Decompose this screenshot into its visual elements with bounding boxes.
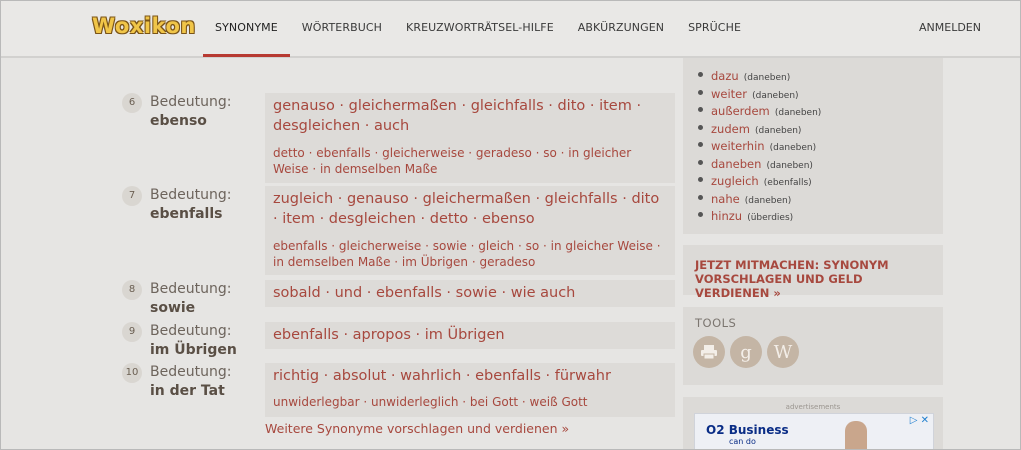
- related-word-tag: (ebenfalls): [763, 178, 812, 188]
- meaning-number: 9: [122, 322, 142, 342]
- page: Woxikon SYNONYME WÖRTERBUCH KREUZWORTRÄT…: [0, 0, 1021, 450]
- related-word-item: außerdem (daneben): [697, 101, 943, 119]
- related-word-item: dazu (daneben): [697, 66, 943, 84]
- nav-synonyme[interactable]: SYNONYME: [203, 1, 290, 57]
- ad-brand: O2 Business: [706, 423, 789, 437]
- meaning-word: im Übrigen: [150, 342, 237, 358]
- primary-synonyms[interactable]: genauso · gleichermaßen · gleichfalls · …: [273, 97, 667, 136]
- cta-link[interactable]: JETZT MITMACHEN: SYNONYM VORSCHLAGEN UND…: [695, 258, 931, 300]
- secondary-synonyms[interactable]: detto · ebenfalls · gleicherweise · gera…: [273, 145, 667, 177]
- meaning-label: Bedeutung: sowie: [150, 280, 231, 318]
- site-header: Woxikon SYNONYME WÖRTERBUCH KREUZWORTRÄT…: [1, 1, 1020, 58]
- primary-synonyms[interactable]: sobald · und · ebenfalls · sowie · wie a…: [273, 284, 667, 304]
- related-word-tag: (daneben): [774, 108, 822, 118]
- login-link[interactable]: ANMELDEN: [919, 1, 981, 57]
- related-word-tag: (überdies): [747, 213, 794, 223]
- meaning-number: 8: [122, 280, 142, 300]
- ad-label: advertisements: [785, 403, 841, 411]
- meaning-label-text: Bedeutung:: [150, 323, 232, 339]
- synonym-box: zugleich · genauso · gleichermaßen · gle…: [265, 186, 675, 275]
- meaning-number: 6: [122, 93, 142, 113]
- related-word-item: zudem (daneben): [697, 119, 943, 137]
- primary-synonyms[interactable]: zugleich · genauso · gleichermaßen · gle…: [273, 190, 667, 229]
- related-word-link[interactable]: nahe: [711, 192, 740, 206]
- synonym-box: genauso · gleichermaßen · gleichfalls · …: [265, 93, 675, 183]
- secondary-synonyms[interactable]: ebenfalls · gleicherweise · sowie · glei…: [273, 238, 667, 270]
- related-word-link[interactable]: hinzu: [711, 209, 742, 223]
- ad-close-icon[interactable]: ▷ ✕: [910, 415, 929, 426]
- related-word-item: daneben (daneben): [697, 154, 943, 172]
- printer-icon[interactable]: [693, 336, 725, 368]
- wikipedia-icon[interactable]: W: [767, 336, 799, 368]
- related-word-item: weiterhin (daneben): [697, 136, 943, 154]
- related-words-panel: dazu (daneben) weiter (daneben) außerdem (…: [683, 58, 943, 234]
- tools-title: TOOLS: [695, 316, 737, 330]
- meaning-word: ebenso: [150, 113, 207, 129]
- related-word-item: zugleich (ebenfalls): [697, 171, 943, 189]
- related-word-tag: (daneben): [743, 73, 791, 83]
- ad-panel: advertisements O2 Business can do ▷ ✕: [683, 397, 943, 449]
- meaning-word: ebenfalls: [150, 206, 223, 222]
- tools-panel: TOOLS g W: [683, 307, 943, 385]
- related-word-tag: (daneben): [766, 160, 813, 171]
- related-word-tag: (daneben): [769, 143, 817, 153]
- meaning-label-text: Bedeutung:: [150, 364, 232, 380]
- related-word-item: weiter (daneben): [697, 84, 943, 102]
- nav-kreuzwortraetsel[interactable]: KREUZWORTRÄTSEL-HILFE: [394, 1, 566, 57]
- primary-synonyms[interactable]: richtig · absolut · wahrlich · ebenfalls…: [273, 367, 667, 387]
- meaning-label-text: Bedeutung:: [150, 281, 232, 297]
- primary-synonyms[interactable]: ebenfalls · apropos · im Übrigen: [273, 326, 667, 346]
- nav-sprueche[interactable]: SPRÜCHE: [676, 1, 753, 57]
- related-word-item: hinzu (überdies): [697, 206, 943, 224]
- site-logo[interactable]: Woxikon: [92, 14, 196, 38]
- cta-panel: JETZT MITMACHEN: SYNONYM VORSCHLAGEN UND…: [683, 245, 943, 300]
- ad-person-image: [845, 421, 867, 449]
- related-word-tag: (daneben): [744, 195, 792, 206]
- related-word-link[interactable]: zugleich: [711, 174, 759, 188]
- tools-icons: g W: [693, 336, 804, 368]
- nav-woerterbuch[interactable]: WÖRTERBUCH: [290, 1, 394, 57]
- meaning-label-text: Bedeutung:: [150, 94, 232, 110]
- related-word-link[interactable]: daneben: [711, 157, 761, 171]
- meaning-label-text: Bedeutung:: [150, 187, 232, 203]
- synonym-box: sobald · und · ebenfalls · sowie · wie a…: [265, 280, 675, 307]
- ad-banner[interactable]: O2 Business can do ▷ ✕: [694, 413, 934, 449]
- meaning-label: Bedeutung: im Übrigen: [150, 322, 237, 360]
- related-word-item: nahe (daneben): [697, 189, 943, 207]
- main-nav: SYNONYME WÖRTERBUCH KREUZWORTRÄTSEL-HILF…: [203, 1, 753, 57]
- meaning-word: in der Tat: [150, 383, 225, 399]
- google-icon[interactable]: g: [730, 336, 762, 368]
- nav-abkuerzungen[interactable]: ABKÜRZUNGEN: [566, 1, 676, 57]
- related-word-link[interactable]: außerdem: [711, 104, 770, 118]
- meaning-number: 7: [122, 186, 142, 206]
- secondary-synonyms[interactable]: unwiderlegbar · unwiderleglich · bei Got…: [273, 394, 667, 410]
- meaning-number: 10: [122, 363, 142, 383]
- related-word-link[interactable]: weiterhin: [711, 139, 765, 153]
- synonym-box: ebenfalls · apropos · im Übrigen: [265, 322, 675, 349]
- related-word-link[interactable]: zudem: [711, 122, 750, 136]
- related-word-link[interactable]: weiter: [711, 87, 747, 101]
- related-word-link[interactable]: dazu: [711, 69, 739, 83]
- synonym-box: richtig · absolut · wahrlich · ebenfalls…: [265, 363, 675, 417]
- meaning-label: Bedeutung: ebenso: [150, 93, 231, 131]
- related-word-tag: (daneben): [752, 90, 799, 101]
- meaning-word: sowie: [150, 300, 196, 316]
- meaning-label: Bedeutung: in der Tat: [150, 363, 231, 401]
- suggest-more-link[interactable]: Weitere Synonyme vorschlagen und verdien…: [265, 421, 569, 436]
- related-words-list: dazu (daneben) weiter (daneben) außerdem (…: [697, 66, 943, 224]
- ad-subtext: can do: [729, 437, 756, 446]
- meaning-label: Bedeutung: ebenfalls: [150, 186, 231, 224]
- related-word-tag: (daneben): [755, 125, 802, 136]
